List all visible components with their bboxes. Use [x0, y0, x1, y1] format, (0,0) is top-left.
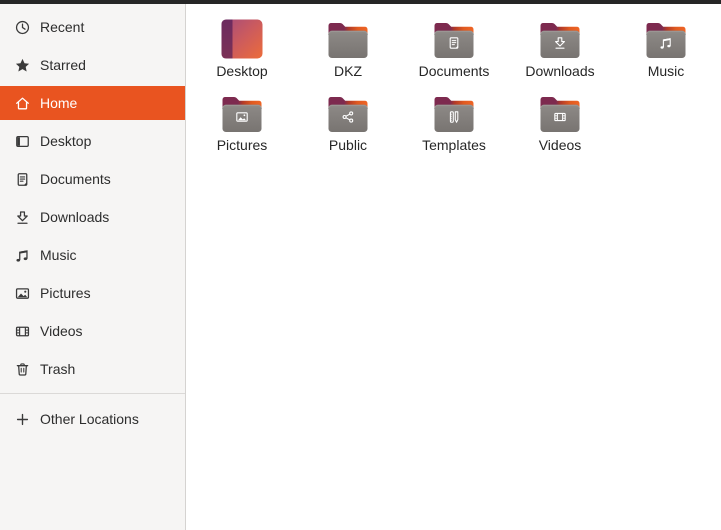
file-item-videos[interactable]: Videos	[507, 88, 613, 162]
sidebar: Recent Starred Home Desktop Documents Downloa…	[0, 4, 186, 530]
sidebar-item-downloads[interactable]: Downloads	[0, 200, 185, 234]
folder-icon	[324, 92, 372, 134]
window-content: Recent Starred Home Desktop Documents Downloa…	[0, 4, 721, 530]
templates-emblem-icon	[446, 109, 462, 125]
sidebar-item-label: Music	[40, 247, 77, 263]
plus-icon	[14, 411, 31, 428]
trash-icon	[14, 361, 31, 378]
sidebar-footer-list: Other Locations	[0, 402, 185, 440]
documents-icon	[14, 171, 31, 188]
file-item-music[interactable]: Music	[613, 14, 719, 88]
sidebar-item-other-locations[interactable]: Other Locations	[0, 402, 185, 436]
star-icon	[14, 57, 31, 74]
sidebar-separator	[0, 393, 185, 394]
file-item-label: DKZ	[334, 63, 362, 79]
file-item-dkz[interactable]: DKZ	[295, 14, 401, 88]
file-item-label: Templates	[422, 137, 486, 153]
sidebar-item-label: Trash	[40, 361, 76, 377]
videos-icon	[14, 323, 31, 340]
sidebar-item-label: Desktop	[40, 133, 92, 149]
file-item-label: Downloads	[525, 63, 595, 79]
file-item-pictures[interactable]: Pictures	[189, 88, 295, 162]
pictures-icon	[14, 285, 31, 302]
file-item-label: Pictures	[216, 137, 268, 153]
sidebar-item-music[interactable]: Music	[0, 238, 185, 272]
sidebar-item-label: Home	[40, 95, 78, 111]
file-item-label: Videos	[538, 137, 582, 153]
public-emblem-icon	[340, 109, 356, 125]
file-browser-pane: Desktop DKZ Documents Downloads Music Picture…	[186, 4, 721, 530]
folder-icon	[218, 92, 266, 134]
music-emblem-icon	[658, 35, 674, 51]
file-manager-window: Recent Starred Home Desktop Documents Downloa…	[0, 0, 721, 530]
sidebar-item-home[interactable]: Home	[0, 86, 185, 120]
folder-icon	[536, 92, 584, 134]
sidebar-item-trash[interactable]: Trash	[0, 352, 185, 386]
sidebar-item-label: Downloads	[40, 209, 110, 225]
file-item-label: Desktop	[216, 63, 268, 79]
file-grid: Desktop DKZ Documents Downloads Music Picture…	[189, 14, 721, 162]
sidebar-item-label: Pictures	[40, 285, 91, 301]
sidebar-item-label: Documents	[40, 171, 111, 187]
downloads-emblem-icon	[552, 35, 568, 51]
folder-icon	[642, 18, 690, 60]
sidebar-item-label: Recent	[40, 19, 85, 35]
music-icon	[14, 247, 31, 264]
sidebar-item-label: Other Locations	[40, 411, 139, 427]
documents-emblem-icon	[446, 35, 462, 51]
videos-emblem-icon	[552, 109, 568, 125]
file-item-label: Music	[647, 63, 685, 79]
sidebar-item-desktop[interactable]: Desktop	[0, 124, 185, 158]
file-item-templates[interactable]: Templates	[401, 88, 507, 162]
home-icon	[14, 95, 31, 112]
file-item-public[interactable]: Public	[295, 88, 401, 162]
folder-icon	[430, 18, 478, 60]
file-item-label: Documents	[418, 63, 490, 79]
desktop-icon	[14, 133, 31, 150]
sidebar-item-recent[interactable]: Recent	[0, 10, 185, 44]
desktop-gradient-icon	[218, 18, 266, 60]
pictures-emblem-icon	[234, 109, 250, 125]
file-item-desktop[interactable]: Desktop	[189, 14, 295, 88]
file-item-label: Public	[328, 137, 368, 153]
sidebar-item-label: Starred	[40, 57, 86, 73]
downloads-icon	[14, 209, 31, 226]
recent-icon	[14, 19, 31, 36]
sidebar-item-pictures[interactable]: Pictures	[0, 276, 185, 310]
sidebar-item-videos[interactable]: Videos	[0, 314, 185, 348]
sidebar-item-documents[interactable]: Documents	[0, 162, 185, 196]
folder-icon	[324, 18, 372, 60]
file-item-documents[interactable]: Documents	[401, 14, 507, 88]
sidebar-places-list: Recent Starred Home Desktop Documents Downloa…	[0, 10, 185, 390]
sidebar-item-label: Videos	[40, 323, 83, 339]
sidebar-item-starred[interactable]: Starred	[0, 48, 185, 82]
file-item-downloads[interactable]: Downloads	[507, 14, 613, 88]
folder-icon	[536, 18, 584, 60]
folder-icon	[430, 92, 478, 134]
